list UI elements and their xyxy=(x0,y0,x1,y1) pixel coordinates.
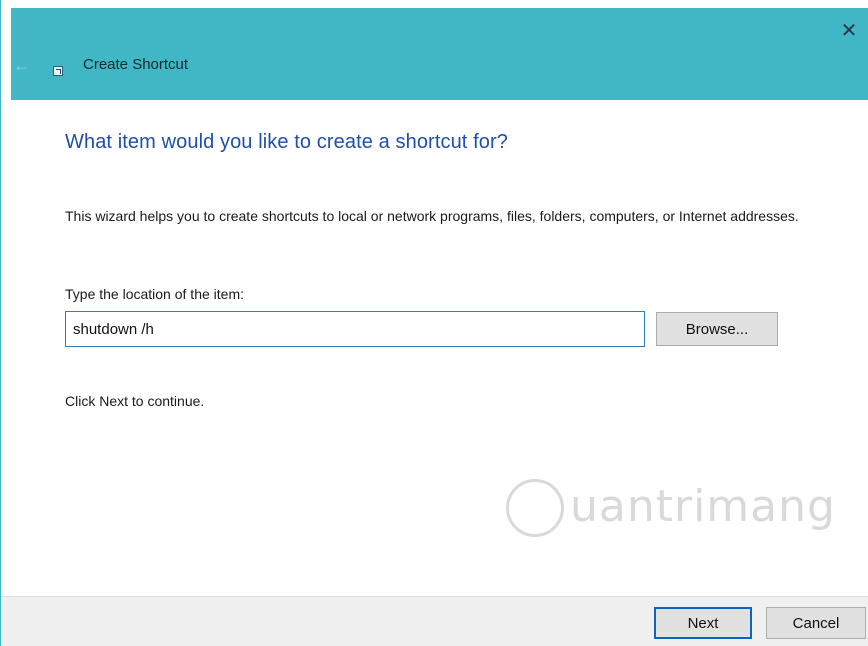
next-button[interactable]: Next xyxy=(654,607,752,639)
shortcut-icon xyxy=(53,66,63,76)
location-input[interactable] xyxy=(65,311,645,347)
create-shortcut-window: ✕ ← Create Shortcut What item would you … xyxy=(0,0,868,646)
browse-button[interactable]: Browse... xyxy=(656,312,778,346)
page-heading: What item would you like to create a sho… xyxy=(65,131,508,153)
watermark-text: uantrimang xyxy=(570,481,836,532)
close-icon[interactable]: ✕ xyxy=(829,8,868,52)
wizard-description: This wizard helps you to create shortcut… xyxy=(65,208,799,224)
watermark-q-icon xyxy=(506,479,564,537)
continue-hint: Click Next to continue. xyxy=(65,393,205,409)
back-arrow-icon[interactable]: ← xyxy=(11,54,33,76)
wizard-title: Create Shortcut xyxy=(83,56,189,73)
title-bar: ✕ xyxy=(11,8,868,100)
cancel-button[interactable]: Cancel xyxy=(766,607,866,639)
watermark-logo: uantrimang xyxy=(506,475,835,545)
location-label: Type the location of the item: xyxy=(65,286,244,302)
